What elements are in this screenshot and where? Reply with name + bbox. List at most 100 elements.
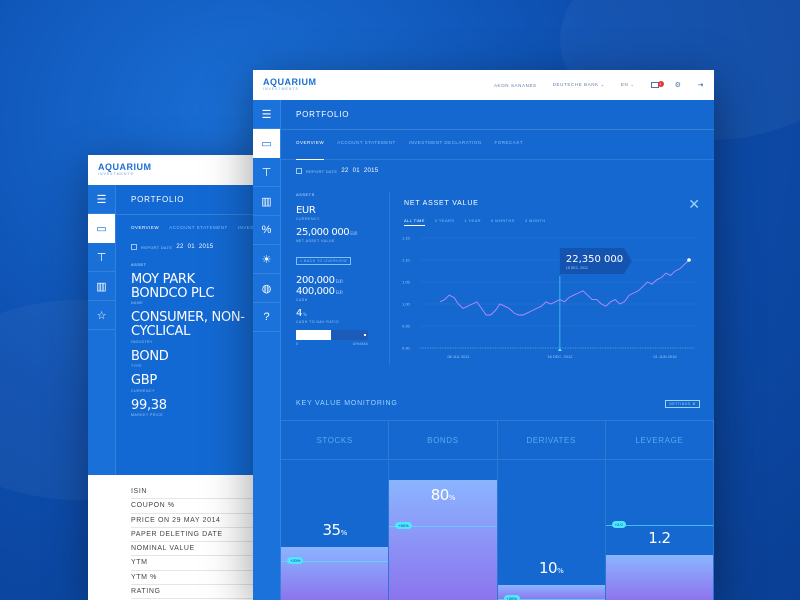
menu-icon[interactable]: ☰: [88, 185, 115, 214]
kvm-bar-column[interactable]: 35% +20%: [281, 460, 390, 600]
kvm-category-label[interactable]: DERIVATES: [498, 421, 606, 459]
kvm-value-number: 35: [322, 521, 342, 539]
tab-bar: OVERVIEW ACCOUNT STATEMENT INVESTMENT DE…: [281, 130, 714, 160]
mail-icon[interactable]: 3: [650, 81, 664, 88]
help-icon[interactable]: ?: [253, 303, 280, 332]
tab-account-statement[interactable]: ACCOUNT STATEMENT: [337, 140, 396, 160]
list-item: YTM %: [131, 571, 258, 586]
tab-account-statement[interactable]: ACCOUNT STATEMENT: [169, 225, 228, 230]
date-month: 01: [187, 244, 195, 250]
percent-icon[interactable]: %: [253, 216, 280, 245]
net-asset-value-panel: NET ASSET VALUE ✕ ALL TIME 3 YEARS 1 YEA…: [389, 192, 714, 364]
cash-value-2-number: 400,000: [296, 286, 335, 297]
lightbulb-icon[interactable]: ☀: [253, 245, 280, 274]
kvm-category-label[interactable]: LEVERAGE: [606, 421, 714, 459]
kvm-bar-column[interactable]: 10% +20%: [497, 460, 606, 600]
bar-chart-icon[interactable]: ▥: [253, 187, 280, 216]
asset-currency-label: CURRENCY: [131, 388, 155, 393]
report-date[interactable]: REPORT DATE 22 01 2015: [116, 230, 268, 250]
briefcase-icon[interactable]: ▭: [253, 129, 280, 158]
bar-chart-icon[interactable]: ▥: [88, 272, 115, 301]
settings-label: SETTINGS: [669, 402, 691, 406]
briefcase-icon[interactable]: ▭: [88, 214, 115, 243]
report-date-label: REPORT DATE: [306, 168, 338, 174]
kvm-category-label[interactable]: STOCKS: [281, 421, 390, 459]
cash-ratio-track: [330, 330, 368, 340]
asset-name: MOY PARK BONDCO PLC: [131, 272, 215, 301]
assets-currency-label: CURRENCY: [296, 217, 320, 221]
kvm-category-label[interactable]: BONDS: [389, 421, 498, 459]
range-3-years[interactable]: 3 YEARS: [435, 218, 455, 226]
list-item: PAPER DELETING DATE: [131, 528, 258, 543]
bank-name: DEUTSCHE BANK: [552, 82, 599, 87]
x-tick-label: 08 JUL 2011: [447, 354, 470, 359]
language-code: EN: [620, 82, 629, 87]
shirt-icon[interactable]: ⊤: [88, 243, 115, 272]
nav-line-chart[interactable]: 1.151.101.051.000.950.9022,350 000EUR18 …: [390, 232, 714, 364]
y-tick-label: 1.15: [402, 236, 411, 241]
range-selector: ALL TIME 3 YEARS 1 YEAR 6 MONTHS 3 MONTH: [404, 218, 546, 226]
y-tick-label: 1.05: [402, 280, 411, 285]
kvm-value-number: 80: [430, 486, 450, 504]
tab-forecast[interactable]: FORECAST: [495, 140, 524, 160]
kvm-value-label: 10%: [498, 559, 605, 577]
tab-investment-declaration[interactable]: INVESTMENT DECLARATION: [409, 140, 482, 160]
top-nav: AKON SANANES DEUTSCHE BANK ⌄ EN ⌄ 3 ⚙ ⇥: [494, 81, 704, 89]
menu-icon[interactable]: ☰: [253, 100, 280, 129]
settings-button[interactable]: SETTINGS ⚙: [665, 400, 700, 408]
report-date-label: REPORT DATE: [141, 244, 173, 250]
bank-selector[interactable]: DEUTSCHE BANK ⌄: [553, 82, 605, 88]
cash-value-2-unit: EUR: [335, 290, 343, 295]
kvm-change-badge: +50%: [395, 522, 412, 529]
logout-icon[interactable]: ⇥: [698, 81, 704, 89]
shirt-icon[interactable]: ⊤: [253, 158, 280, 187]
chart-title: NET ASSET VALUE: [404, 200, 479, 207]
last-point: [687, 258, 691, 262]
language-selector[interactable]: EN ⌄: [621, 82, 635, 88]
brand-logo[interactable]: AQUARIUM INVESTMENTS: [98, 163, 152, 177]
list-item: NOMINAL VALUE: [131, 542, 258, 557]
globe-icon[interactable]: ◍: [253, 274, 280, 303]
list-item: COUPON %: [131, 499, 258, 514]
report-date[interactable]: REPORT DATE 22 01 2015: [296, 168, 378, 174]
gear-icon[interactable]: ⚙: [675, 81, 682, 89]
tab-overview[interactable]: OVERVIEW: [131, 225, 159, 230]
kvm-value-number: 10: [539, 559, 558, 577]
kvm-change-badge: +20%: [287, 557, 304, 564]
kvm-value-unit: %: [448, 494, 456, 502]
list-item: ISIN: [131, 485, 258, 500]
kvm-bar-column[interactable]: 80% +50%: [389, 460, 498, 600]
range-all-time[interactable]: ALL TIME: [404, 218, 425, 226]
asset-label: ASSET: [131, 262, 147, 267]
range-6-months[interactable]: 6 MONTHS: [491, 218, 515, 226]
range-3-month[interactable]: 3 MONTH: [525, 218, 546, 226]
cash-ratio-unit: %: [302, 312, 307, 317]
cash-value-1-unit: EUR: [335, 279, 343, 284]
tooltip-date: 18 DEC. 2012: [566, 266, 588, 270]
assets-label: ASSETS: [296, 192, 315, 197]
brand-logo[interactable]: AQUARIUM INVESTMENTS: [263, 78, 317, 92]
top-bar: AQUARIUM INVESTMENTS AKON SANANES DEUTSC…: [253, 70, 714, 100]
highlight-marker: [557, 348, 562, 351]
range-1-year[interactable]: 1 YEAR: [464, 218, 481, 226]
tooltip-arrow: [623, 248, 632, 274]
cash-value-2: 400,000EUR: [296, 286, 386, 297]
back-to-overview-button[interactable]: < BACK TO OVERVIEW: [296, 257, 352, 265]
tab-overview[interactable]: OVERVIEW: [296, 140, 325, 160]
close-icon[interactable]: ✕: [688, 196, 700, 213]
cash-ratio-label: CASH TO NAV RATIO: [296, 320, 340, 324]
asset-market-price-label: MARKET PRICE: [131, 413, 164, 418]
top-bar: AQUARIUM INVESTMENTS: [88, 155, 268, 185]
date-day: 22: [176, 244, 184, 250]
asset-industry: CONSUMER, NON-CYCLICAL: [131, 310, 245, 339]
page-title: PORTFOLIO: [116, 185, 268, 215]
net-asset-value-unit: EUR: [350, 231, 358, 236]
date-day: 22: [341, 168, 349, 174]
kvm-bar-column[interactable]: 1.2 +2.0: [605, 460, 714, 600]
star-icon[interactable]: ☆: [88, 301, 115, 330]
x-tick-label: 01 JUN 2015: [653, 354, 677, 359]
kvm-title: KEY VALUE MONITORING: [296, 400, 398, 407]
y-tick-label: 0.90: [402, 346, 411, 351]
user-name[interactable]: AKON SANANES: [494, 83, 537, 88]
date-year: 2015: [198, 244, 214, 250]
